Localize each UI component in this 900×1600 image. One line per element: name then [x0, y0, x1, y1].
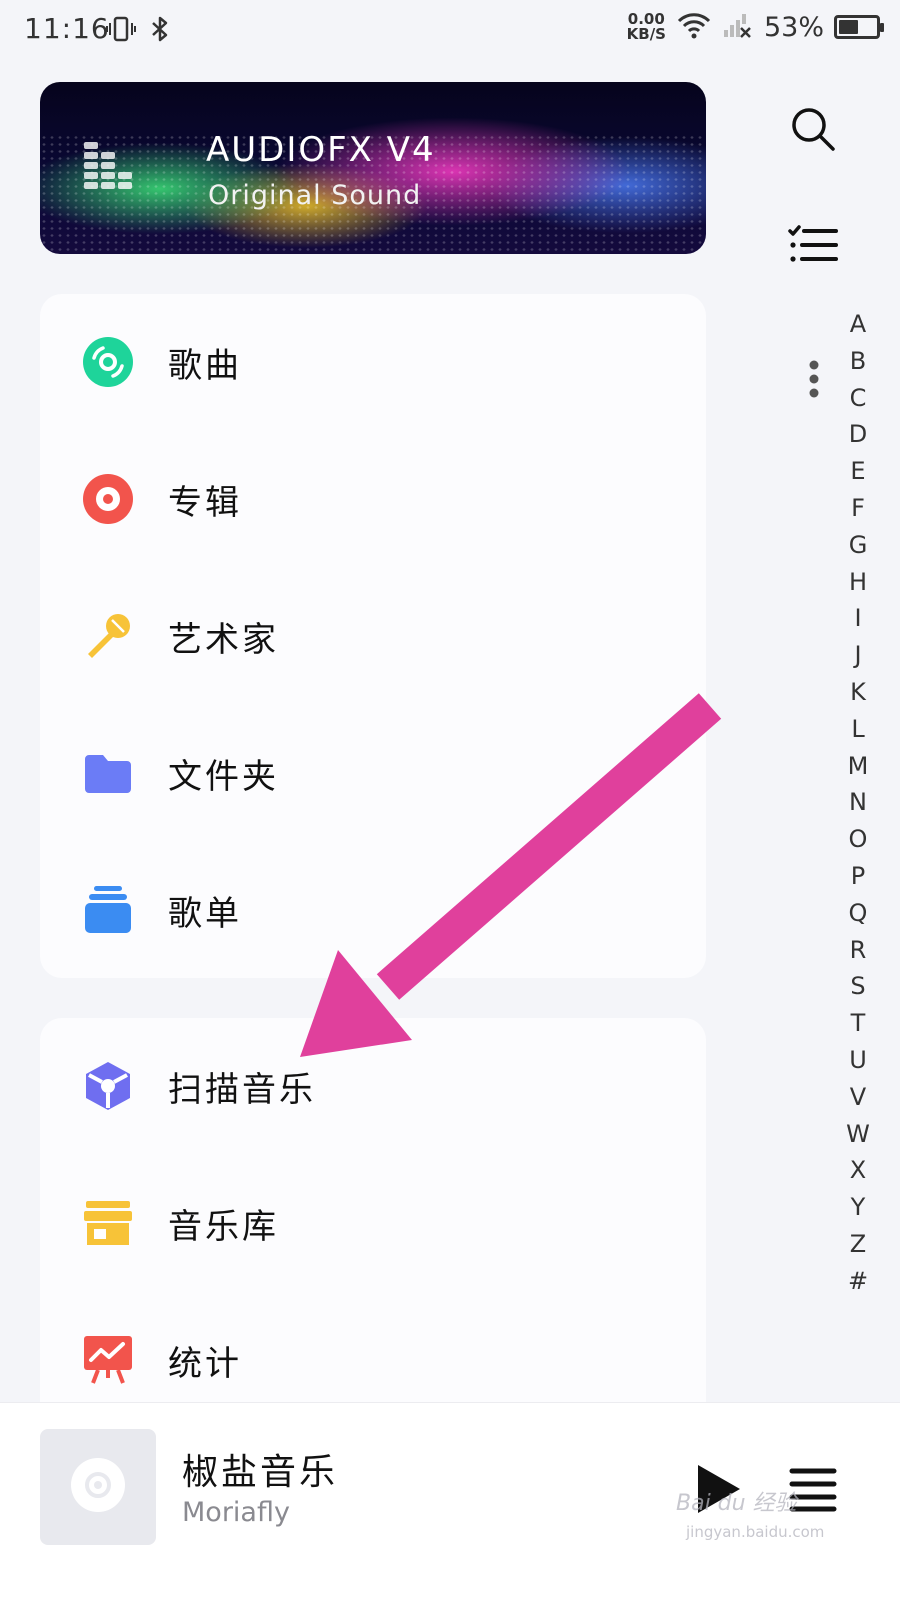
- alphabet-index-letter[interactable]: M: [848, 748, 869, 785]
- menu-item-label: 文件夹: [168, 756, 279, 797]
- search-button[interactable]: [782, 100, 844, 162]
- alphabet-index-letter[interactable]: G: [849, 527, 868, 564]
- wifi-icon: [676, 10, 712, 44]
- menu-item-songs[interactable]: 歌曲: [40, 312, 706, 412]
- mini-player[interactable]: 椒盐音乐 Moriafly Bai du 经验 jingyan.baidu.co…: [0, 1402, 900, 1600]
- playlist-stack-icon: [82, 884, 134, 936]
- alphabet-index-letter[interactable]: O: [849, 821, 868, 858]
- alphabet-index-letter[interactable]: Y: [851, 1189, 866, 1226]
- menu-item-label: 扫描音乐: [168, 1069, 316, 1110]
- menu-item-albums[interactable]: 专辑: [40, 449, 706, 549]
- alphabet-index-letter[interactable]: K: [850, 674, 866, 711]
- alphabet-index-letter[interactable]: F: [851, 490, 865, 527]
- menu-item-music-library[interactable]: 音乐库: [40, 1173, 706, 1273]
- vibrate-icon: [106, 14, 136, 48]
- alphabet-index-letter[interactable]: V: [850, 1079, 866, 1116]
- alphabet-index[interactable]: A B C D E F G H I J K L M N O P Q R S T U V W X Y Z #: [838, 306, 878, 1300]
- alphabet-index-letter[interactable]: #: [848, 1263, 868, 1300]
- alphabet-index-letter[interactable]: U: [849, 1042, 867, 1079]
- more-vertical-icon: [808, 359, 820, 403]
- folder-icon: [82, 747, 134, 799]
- search-icon: [789, 105, 837, 157]
- alphabet-index-letter[interactable]: N: [849, 784, 867, 821]
- bluetooth-icon: [148, 14, 172, 48]
- watermark-logo: Bai du 经验: [676, 1491, 797, 1516]
- stats-board-icon: [82, 1334, 134, 1386]
- alphabet-index-letter[interactable]: S: [850, 968, 865, 1005]
- alphabet-index-letter[interactable]: A: [850, 306, 866, 343]
- alphabet-index-letter[interactable]: T: [851, 1005, 866, 1042]
- cellular-no-signal-icon: [722, 10, 754, 44]
- menu-item-statistics[interactable]: 统计: [40, 1310, 706, 1410]
- alphabet-index-letter[interactable]: I: [854, 600, 861, 637]
- menu-item-label: 专辑: [168, 482, 242, 523]
- status-time: 11:16: [24, 12, 110, 45]
- alphabet-index-letter[interactable]: P: [851, 858, 865, 895]
- equalizer-logo-icon: [84, 142, 136, 198]
- menu-item-label: 歌单: [168, 893, 242, 934]
- more-options-button[interactable]: [796, 356, 832, 406]
- menu-item-playlists[interactable]: 歌单: [40, 860, 706, 960]
- battery-icon: [834, 15, 884, 39]
- store-icon: [82, 1197, 134, 1249]
- alphabet-index-letter[interactable]: D: [849, 416, 867, 453]
- banner-subtitle: Original Sound: [208, 180, 422, 211]
- sort-list-button[interactable]: [782, 216, 844, 278]
- alphabet-index-letter[interactable]: X: [850, 1152, 866, 1189]
- banner-title: AUDIOFX V4: [206, 130, 436, 170]
- status-bar: 11:16 0.00 KB/S 53%: [0, 0, 900, 64]
- alphabet-index-letter[interactable]: R: [850, 932, 867, 969]
- alphabet-index-letter[interactable]: H: [849, 564, 867, 601]
- track-artist: Moriafly: [182, 1497, 290, 1528]
- track-title: 椒盐音乐: [182, 1452, 339, 1493]
- sort-list-icon: [788, 225, 838, 269]
- library-card: 歌曲 专辑 艺术家 文件夹 歌单: [40, 294, 706, 978]
- alphabet-index-letter[interactable]: Z: [850, 1226, 866, 1263]
- disc-icon: [82, 336, 134, 388]
- alphabet-index-letter[interactable]: E: [850, 453, 865, 490]
- menu-item-label: 歌曲: [168, 345, 242, 386]
- watermark-url: jingyan.baidu.com: [686, 1523, 825, 1541]
- alphabet-index-letter[interactable]: B: [850, 343, 866, 380]
- network-speed: 0.00 KB/S: [626, 10, 666, 43]
- menu-item-scan-music[interactable]: 扫描音乐: [40, 1036, 706, 1136]
- audiofx-banner[interactable]: AUDIOFX V4 Original Sound: [40, 82, 706, 254]
- music-library-screen: 11:16 0.00 KB/S 53% AUDIOFX V4 Original …: [0, 0, 900, 1600]
- menu-item-label: 统计: [168, 1343, 242, 1384]
- scan-cube-icon: [82, 1060, 134, 1112]
- tools-card: 扫描音乐 音乐库 统计: [40, 1018, 706, 1418]
- alphabet-index-letter[interactable]: Q: [849, 895, 868, 932]
- album-art[interactable]: [40, 1429, 156, 1545]
- battery-percent: 53%: [763, 11, 824, 43]
- alphabet-index-letter[interactable]: J: [854, 637, 861, 674]
- album-icon: [82, 473, 134, 525]
- battery-level: [839, 20, 859, 34]
- menu-item-artists[interactable]: 艺术家: [40, 586, 706, 686]
- microphone-icon: [82, 610, 134, 662]
- alphabet-index-letter[interactable]: L: [851, 711, 864, 748]
- menu-item-label: 艺术家: [168, 619, 279, 660]
- disc-placeholder-icon: [70, 1457, 126, 1517]
- menu-item-label: 音乐库: [168, 1206, 279, 1247]
- alphabet-index-letter[interactable]: C: [850, 380, 867, 417]
- menu-item-folders[interactable]: 文件夹: [40, 723, 706, 823]
- alphabet-index-letter[interactable]: W: [846, 1116, 870, 1153]
